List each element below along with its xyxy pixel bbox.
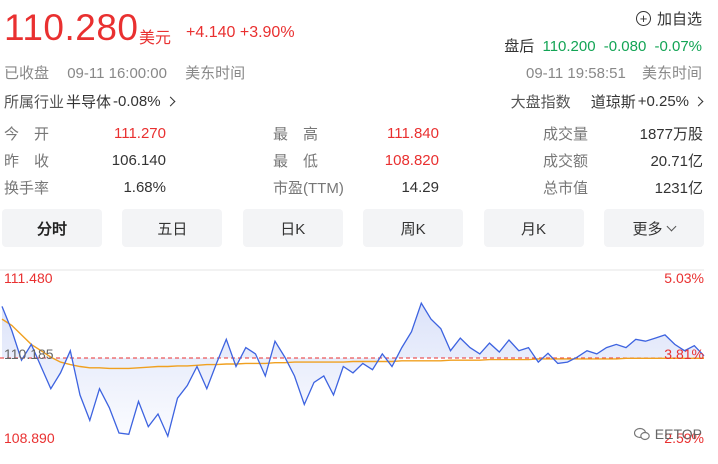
tab-monthly-k[interactable]: 月K: [483, 209, 584, 247]
stat-value: 20.71亿: [650, 153, 703, 170]
wechat-icon: [633, 427, 650, 441]
plus-circle-icon: +: [635, 11, 651, 26]
stat-volume: 成交量 1877万股: [543, 120, 703, 147]
chevron-right-icon: [693, 96, 704, 107]
stat-label: 今 开: [4, 126, 50, 143]
market-status: 已收盘 09-11 16:00:00 美东时间: [4, 62, 245, 83]
watermark: EETOP: [633, 426, 702, 442]
stat-value: 111.270: [114, 125, 166, 142]
industry-name: 半导体: [66, 94, 112, 111]
tab-intraday[interactable]: 分时: [2, 209, 102, 247]
currency-label: 美元: [139, 30, 172, 47]
after-hours-time: 09-11 19:58:51 美东时间: [526, 62, 702, 83]
chevron-down-icon: [667, 221, 677, 231]
stat-label: 最 低: [273, 153, 319, 170]
index-label: 大盘指数: [510, 94, 571, 111]
stat-open: 今 开 111.270: [4, 120, 166, 147]
tab-label: 日K: [280, 220, 306, 238]
tab-five-day[interactable]: 五日: [122, 209, 223, 247]
tab-label: 周K: [400, 220, 426, 238]
after-hours-change: -0.080: [603, 38, 647, 55]
stat-value: 1877万股: [639, 126, 703, 143]
after-hours-label: 盘后: [504, 38, 535, 55]
chevron-right-icon: [165, 96, 176, 107]
stats-column-2: 最 高 111.840 最 低 108.820 市盈(TTM) 14.29: [273, 120, 439, 201]
last-price: 110.280: [4, 7, 139, 48]
stat-pe: 市盈(TTM) 14.29: [273, 174, 439, 201]
index-name: 道琼斯: [590, 94, 636, 111]
stat-amount: 成交额 20.71亿: [543, 147, 703, 174]
stats-column-3: 成交量 1877万股 成交额 20.71亿 总市值 1231亿: [543, 120, 703, 201]
tab-label: 月K: [521, 220, 547, 238]
stat-label: 昨 收: [4, 153, 50, 170]
tab-label: 五日: [157, 220, 188, 238]
stat-label: 成交量: [543, 126, 589, 143]
after-hours-percent: -0.07%: [654, 38, 702, 55]
after-hours-price: 110.200: [542, 38, 596, 55]
industry-link[interactable]: 所属行业 半导体 -0.08%: [4, 91, 176, 112]
index-percent: +0.25%: [637, 93, 689, 110]
stat-value: 108.820: [384, 152, 439, 169]
price-area: [2, 303, 704, 437]
stat-value: 111.840: [387, 125, 439, 142]
status-text: 已收盘: [4, 65, 50, 82]
stat-label: 最 高: [273, 126, 319, 143]
tab-weekly-k[interactable]: 周K: [363, 209, 464, 247]
stat-value: 1231亿: [654, 180, 703, 197]
stat-turnover: 换手率 1.68%: [4, 174, 166, 201]
y-axis-top-percent: 5.03%: [664, 270, 704, 286]
change-percent: +3.90%: [239, 24, 295, 41]
add-watchlist-button[interactable]: + 加自选: [635, 8, 702, 29]
price-change: +4.140 +3.90%: [186, 24, 295, 42]
index-link[interactable]: 大盘指数 道琼斯 +0.25%: [510, 91, 704, 112]
stat-market-cap: 总市值 1231亿: [543, 174, 703, 201]
stats-column-1: 今 开 111.270 昨 收 106.140 换手率 1.68%: [4, 120, 166, 201]
tab-more[interactable]: 更多: [603, 209, 704, 247]
stat-prev-close: 昨 收 106.140: [4, 147, 166, 174]
y-axis-mid-price: 110.185: [4, 346, 54, 362]
y-axis-top-price: 111.480: [4, 270, 53, 286]
stat-value: 14.29: [401, 179, 439, 196]
tab-label: 分时: [36, 220, 67, 238]
stat-label: 总市值: [543, 180, 589, 197]
stat-high: 最 高 111.840: [273, 120, 439, 147]
intraday-chart[interactable]: [0, 262, 718, 452]
stat-label: 市盈(TTM): [273, 180, 344, 197]
watermark-text: EETOP: [654, 426, 702, 442]
stat-low: 最 低 108.820: [273, 147, 439, 174]
stat-value: 106.140: [111, 152, 166, 169]
after-hours-quote: 盘后 110.200 -0.080 -0.07%: [500, 35, 702, 56]
close-timezone: 美东时间: [185, 65, 246, 82]
after-time: 09-11 19:58:51: [526, 65, 626, 82]
after-timezone: 美东时间: [641, 65, 702, 82]
y-axis-bottom-price: 108.890: [4, 430, 55, 446]
y-axis-mid-percent: 3.81%: [664, 346, 704, 362]
add-watchlist-label: 加自选: [656, 11, 702, 28]
industry-percent: -0.08%: [113, 93, 161, 110]
change-amount: +4.140: [186, 24, 236, 41]
close-time: 09-11 16:00:00: [67, 65, 167, 82]
stat-label: 换手率: [4, 180, 50, 197]
chart-period-tabs: 分时 五日 日K 周K 月K 更多: [2, 209, 704, 247]
stat-value: 1.68%: [123, 179, 166, 196]
industry-label: 所属行业: [4, 94, 65, 111]
tab-daily-k[interactable]: 日K: [242, 209, 343, 247]
stat-label: 成交额: [543, 153, 589, 170]
tab-label: 更多: [632, 220, 663, 238]
